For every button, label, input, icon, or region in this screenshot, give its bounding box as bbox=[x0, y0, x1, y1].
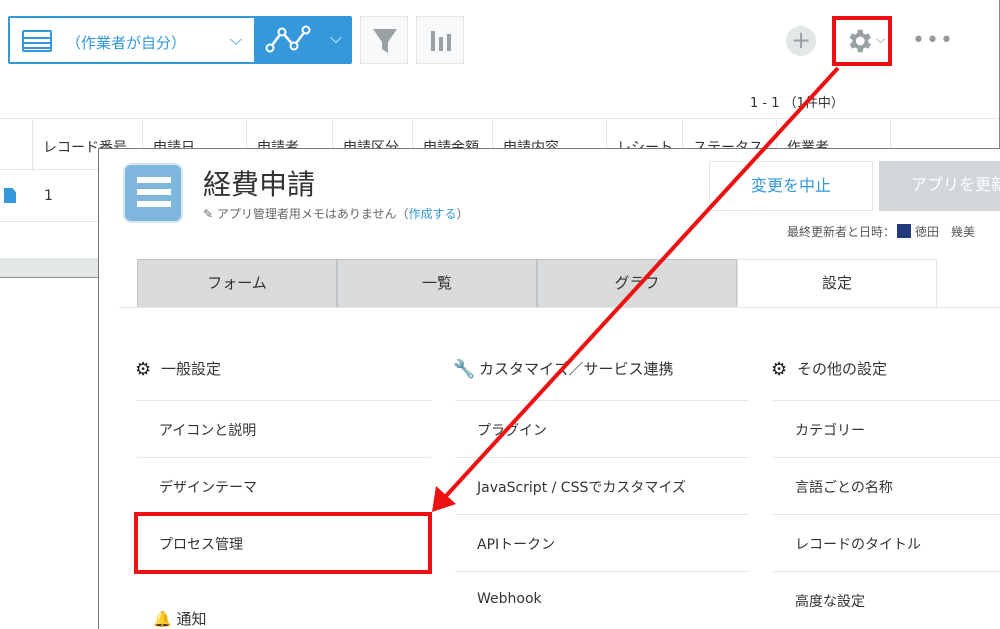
table-grid-icon bbox=[22, 30, 52, 52]
aggregate-button[interactable] bbox=[416, 16, 464, 64]
gears-icon: ⚙ bbox=[771, 359, 788, 380]
ellipsis-icon: ••• bbox=[912, 28, 954, 53]
tab-graph[interactable]: グラフ bbox=[537, 259, 737, 307]
section-title: 🔧 カスタマイズ／サービス連携 bbox=[453, 359, 674, 380]
settings-item-api-token[interactable]: APIトークン bbox=[455, 514, 749, 571]
highlight-box bbox=[134, 512, 432, 574]
bar-chart-icon bbox=[431, 31, 451, 51]
settings-content: ⚙ 一般設定 アイコンと説明 デザインテーマ プロセス管理 🔧 カスタマイズ／サービ… bbox=[119, 307, 1000, 629]
document-icon[interactable] bbox=[4, 188, 16, 203]
wrench-icon: 🔧 bbox=[453, 359, 476, 380]
line-graph-icon bbox=[265, 25, 311, 53]
more-options-button[interactable]: ••• bbox=[912, 28, 954, 53]
notification-section-title: 🔔 通知 bbox=[153, 610, 207, 628]
settings-item-js-css[interactable]: JavaScript / CSSでカスタマイズ bbox=[455, 457, 749, 514]
section-title: ⚙ 一般設定 bbox=[135, 359, 222, 380]
view-selector[interactable]: （作業者が自分） ⌵ bbox=[8, 16, 256, 64]
settings-tabs: フォーム 一覧 グラフ 設定 bbox=[137, 259, 1000, 309]
settings-item-icon-description[interactable]: アイコンと説明 bbox=[137, 400, 431, 457]
graph-button[interactable]: ⌵ bbox=[256, 16, 352, 64]
last-updated: 最終更新者と日時： 徳田 幾美 bbox=[787, 223, 975, 240]
cancel-changes-button[interactable]: 変更を中止 bbox=[709, 161, 873, 211]
app-icon bbox=[123, 163, 183, 223]
last-updated-user[interactable]: 徳田 幾美 bbox=[915, 225, 975, 239]
admin-memo: ✎ アプリ管理者用メモはありません（作成する） bbox=[203, 207, 469, 221]
app-title: 経費申請 bbox=[203, 168, 316, 201]
settings-item-category[interactable]: カテゴリー bbox=[773, 400, 1000, 457]
settings-item-plugins[interactable]: プラグイン bbox=[455, 400, 749, 457]
plus-icon: + bbox=[790, 26, 812, 54]
gear-icon bbox=[849, 29, 871, 53]
settings-item-webhook[interactable]: Webhook bbox=[455, 571, 749, 628]
tab-settings[interactable]: 設定 bbox=[737, 259, 937, 309]
settings-item-language-names[interactable]: 言語ごとの名称 bbox=[773, 457, 1000, 514]
last-updated-label: 最終更新者と日時： bbox=[787, 225, 896, 239]
record-number: 1 bbox=[44, 188, 53, 204]
view-name: （作業者が自分） bbox=[66, 34, 187, 52]
tab-form[interactable]: フォーム bbox=[137, 259, 337, 307]
settings-item-design-theme[interactable]: デザインテーマ bbox=[137, 457, 431, 514]
bell-icon: 🔔 bbox=[153, 610, 177, 628]
chevron-down-icon: ⌵ bbox=[876, 32, 886, 46]
chevron-down-icon: ⌵ bbox=[329, 28, 342, 47]
update-app-button[interactable]: アプリを更新 bbox=[879, 161, 1000, 211]
memo-text: アプリ管理者用メモはありません bbox=[216, 207, 397, 221]
tab-list[interactable]: 一覧 bbox=[337, 259, 537, 307]
settings-item-advanced[interactable]: 高度な設定 bbox=[773, 571, 1000, 628]
create-memo-link[interactable]: 作成する bbox=[409, 207, 457, 221]
pencil-icon: ✎ bbox=[203, 207, 217, 221]
avatar bbox=[897, 224, 912, 238]
record-count: 1 - 1 （1件中） bbox=[750, 96, 844, 111]
app-settings-button[interactable]: ⌵ bbox=[832, 16, 892, 66]
gear-icon: ⚙ bbox=[135, 359, 152, 380]
chevron-down-icon: ⌵ bbox=[229, 30, 242, 49]
funnel-icon bbox=[373, 29, 397, 53]
add-record-button[interactable]: + bbox=[786, 26, 816, 56]
section-title: ⚙ その他の設定 bbox=[771, 359, 888, 380]
filter-button[interactable] bbox=[360, 16, 408, 64]
settings-item-record-title[interactable]: レコードのタイトル bbox=[773, 514, 1000, 571]
